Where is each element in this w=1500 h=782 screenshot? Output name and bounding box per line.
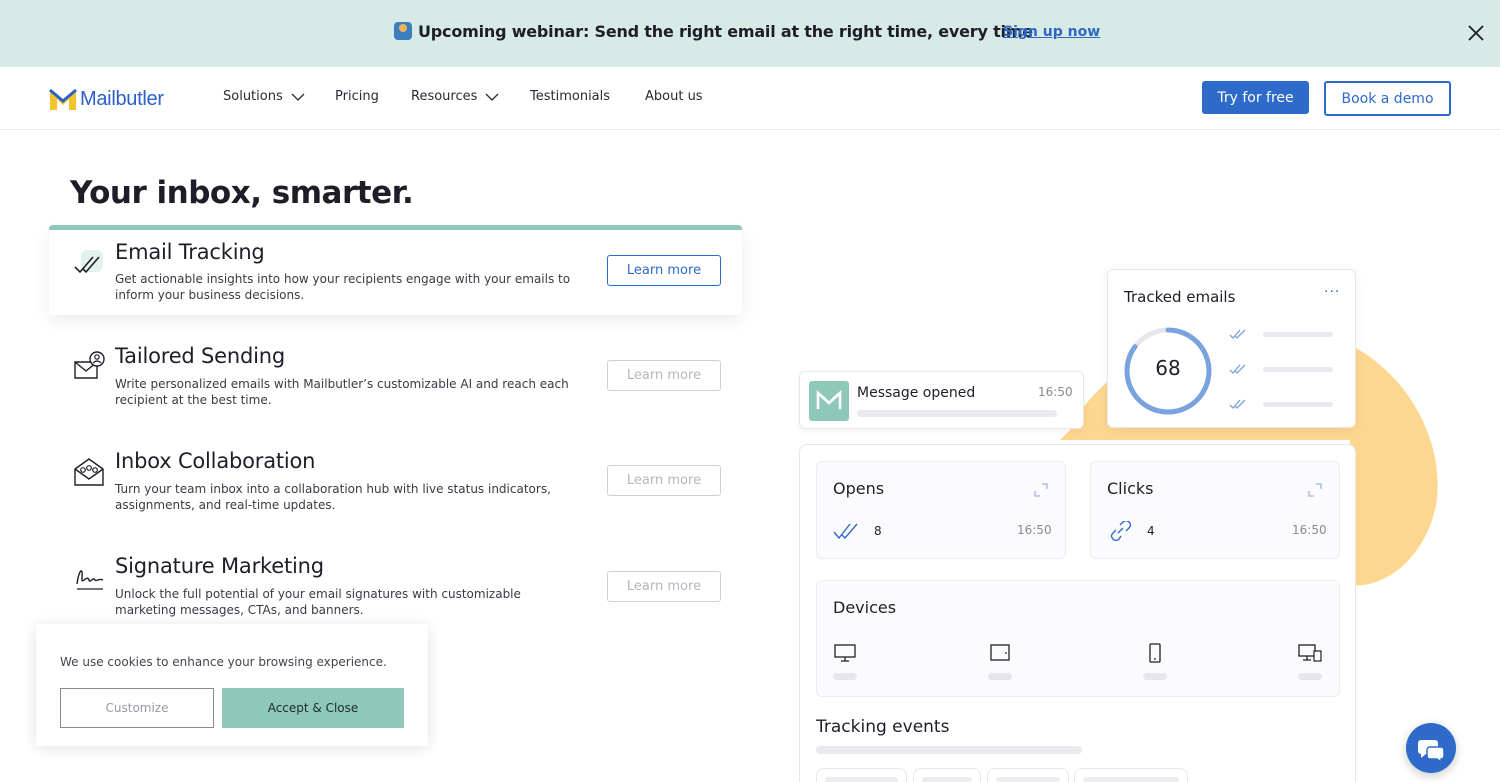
message-title: Message opened bbox=[857, 385, 976, 401]
placeholder-bar bbox=[988, 673, 1012, 680]
cookie-banner: We use cookies to enhance your browsing … bbox=[36, 624, 428, 746]
tracking-events-title: Tracking events bbox=[816, 717, 950, 737]
tracking-stats-panel: Opens 8 16:50 Clicks 4 16:50 Devices Tra… bbox=[799, 444, 1356, 782]
feature-inbox-collaboration[interactable]: Inbox Collaboration Turn your team inbox… bbox=[49, 435, 742, 525]
signature-icon bbox=[76, 570, 104, 590]
banner-text: Upcoming webinar: Send the right email a… bbox=[418, 22, 1033, 41]
double-check-icon bbox=[833, 523, 858, 540]
tracked-emails-card: Tracked emails ··· 68 bbox=[1107, 269, 1356, 428]
site-header: Mailbutler Solutions Pricing Resources T… bbox=[0, 67, 1500, 130]
placeholder-bar bbox=[1263, 367, 1333, 372]
nav-label: Testimonials bbox=[530, 89, 611, 104]
person-at-laptop-icon bbox=[394, 22, 412, 40]
customize-button[interactable]: Customize bbox=[60, 688, 214, 728]
accept-close-button[interactable]: Accept & Close bbox=[222, 688, 404, 728]
placeholder-bar bbox=[816, 746, 1082, 754]
feature-tailored-sending[interactable]: Tailored Sending Write personalized emai… bbox=[49, 330, 742, 420]
multi-device-icon bbox=[1298, 644, 1322, 662]
chat-icon bbox=[1418, 740, 1445, 764]
placeholder-bar bbox=[1263, 402, 1333, 407]
message-time: 16:50 bbox=[1038, 385, 1073, 399]
feature-email-tracking[interactable]: Email Tracking Get actionable insights i… bbox=[49, 225, 742, 315]
nav-solutions[interactable]: Solutions bbox=[223, 89, 305, 104]
envelope-team-icon bbox=[74, 458, 104, 486]
tracked-title: Tracked emails bbox=[1124, 288, 1236, 306]
clicks-time: 16:50 bbox=[1292, 523, 1327, 537]
chevron-down-icon bbox=[291, 93, 305, 101]
placeholder-bar bbox=[833, 673, 857, 680]
message-opened-card: Message opened 16:50 bbox=[799, 371, 1084, 429]
feature-signature-marketing[interactable]: Signature Marketing Unlock the full pote… bbox=[49, 540, 742, 630]
devices-title: Devices bbox=[833, 598, 897, 617]
nav-pricing[interactable]: Pricing bbox=[335, 89, 379, 104]
clicks-card: Clicks 4 16:50 bbox=[1090, 461, 1340, 559]
nav-about-us[interactable]: About us bbox=[645, 89, 703, 104]
learn-more-button[interactable]: Learn more bbox=[607, 571, 721, 602]
double-check-icon bbox=[74, 250, 103, 274]
tablet-icon bbox=[990, 644, 1010, 661]
event-chip[interactable] bbox=[816, 768, 907, 782]
double-check-icon bbox=[1229, 329, 1246, 339]
placeholder-bar bbox=[1298, 673, 1322, 680]
more-options-icon[interactable]: ··· bbox=[1324, 284, 1340, 300]
learn-more-button[interactable]: Learn more bbox=[607, 360, 721, 391]
logo[interactable]: Mailbutler bbox=[48, 85, 164, 113]
envelope-person-icon bbox=[74, 351, 105, 379]
link-icon bbox=[1110, 521, 1132, 541]
feature-title: Email Tracking bbox=[115, 240, 265, 264]
logo-text: Mailbutler bbox=[80, 87, 164, 110]
nav-label: About us bbox=[645, 89, 703, 104]
placeholder-bar bbox=[1143, 673, 1167, 680]
clicks-title: Clicks bbox=[1107, 479, 1154, 498]
feature-description: Write personalized emails with Mailbutle… bbox=[115, 377, 569, 407]
signup-link[interactable]: Sign up now bbox=[1003, 24, 1100, 40]
learn-more-button[interactable]: Learn more bbox=[607, 465, 721, 496]
clicks-count: 4 bbox=[1147, 524, 1155, 538]
banner-message: Upcoming webinar: Send the right email a… bbox=[394, 22, 1033, 41]
opens-time: 16:50 bbox=[1017, 523, 1052, 537]
learn-more-button[interactable]: Learn more bbox=[607, 255, 721, 286]
announcement-banner: Upcoming webinar: Send the right email a… bbox=[0, 0, 1500, 67]
feature-title: Signature Marketing bbox=[115, 554, 324, 578]
opens-card: Opens 8 16:50 bbox=[816, 461, 1066, 559]
placeholder-bar bbox=[857, 410, 1057, 417]
expand-icon[interactable] bbox=[1034, 483, 1048, 497]
nav-label: Solutions bbox=[223, 89, 283, 104]
feature-title: Inbox Collaboration bbox=[115, 449, 316, 473]
opens-title: Opens bbox=[833, 479, 885, 498]
placeholder-bar bbox=[1263, 332, 1333, 337]
phone-icon bbox=[1149, 643, 1161, 663]
page-title: Your inbox, smarter. bbox=[70, 175, 414, 211]
nav-label: Pricing bbox=[335, 89, 379, 104]
event-chip[interactable] bbox=[1074, 768, 1188, 782]
nav-testimonials[interactable]: Testimonials bbox=[530, 89, 610, 104]
cookie-message: We use cookies to enhance your browsing … bbox=[60, 655, 387, 669]
chat-launcher-button[interactable] bbox=[1406, 723, 1456, 773]
opens-count: 8 bbox=[874, 524, 882, 538]
try-for-free-button[interactable]: Try for free bbox=[1202, 81, 1309, 114]
close-icon[interactable] bbox=[1464, 21, 1488, 45]
feature-description: Unlock the full potential of your email … bbox=[115, 587, 521, 617]
chevron-down-icon bbox=[485, 93, 499, 101]
feature-description: Get actionable insights into how your re… bbox=[115, 272, 571, 302]
mailbutler-logo-icon bbox=[49, 88, 77, 110]
nav-resources[interactable]: Resources bbox=[411, 89, 499, 104]
mailbutler-logo-icon bbox=[809, 381, 849, 421]
desktop-icon bbox=[834, 644, 856, 662]
tracked-count: 68 bbox=[1155, 356, 1181, 380]
expand-icon[interactable] bbox=[1308, 483, 1322, 497]
double-check-icon bbox=[1229, 399, 1246, 409]
double-check-icon bbox=[1229, 364, 1246, 374]
event-chip[interactable] bbox=[913, 768, 981, 782]
feature-description: Turn your team inbox into a collaboratio… bbox=[115, 482, 551, 512]
feature-title: Tailored Sending bbox=[115, 344, 285, 368]
devices-card: Devices bbox=[816, 580, 1340, 697]
nav-label: Resources bbox=[411, 89, 478, 104]
book-demo-button[interactable]: Book a demo bbox=[1324, 81, 1451, 116]
event-chip[interactable] bbox=[987, 768, 1069, 782]
